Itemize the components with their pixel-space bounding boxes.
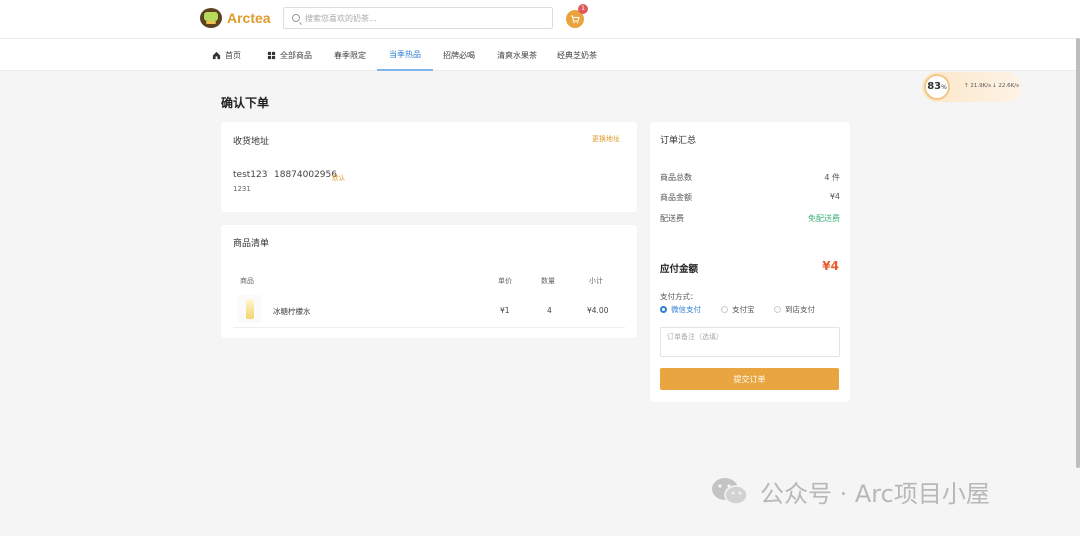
- column-header-price: 单价: [498, 277, 512, 285]
- payment-method-label: 支付方式：: [660, 292, 698, 301]
- pay-option-wechat[interactable]: 微信支付: [660, 304, 701, 315]
- summary-row-shipping: 配送费 免配送费: [660, 213, 840, 224]
- product-quantity: 4: [547, 306, 552, 315]
- cart-button[interactable]: 1: [566, 4, 588, 28]
- nav-item-cheese-milk-tea[interactable]: 经典芝奶茶: [557, 39, 597, 71]
- radio-selected-icon[interactable]: [660, 306, 667, 313]
- nav-item-fruit-tea[interactable]: 清爽水果茶: [497, 39, 537, 71]
- upload-speed: ↑ 21.9K/s: [964, 83, 991, 89]
- shipping-fee-label: 配送费: [660, 214, 684, 223]
- search-icon: [292, 14, 300, 22]
- payable-amount-label: 应付金额: [660, 264, 699, 275]
- payable-amount-value: ¥4: [822, 259, 839, 273]
- radio-icon[interactable]: [774, 306, 781, 313]
- nav-item-spring-limited[interactable]: 春季限定: [334, 39, 366, 71]
- items-card-title: 商品清单: [233, 239, 270, 249]
- nav-item-label: 全部商品: [280, 50, 312, 60]
- receiver-phone: 18874002956: [274, 170, 337, 180]
- change-address-link[interactable]: 更换地址: [592, 134, 620, 144]
- cart-icon: [571, 15, 580, 24]
- tea-cup-icon: [200, 8, 222, 28]
- order-remark-textarea[interactable]: [660, 327, 840, 357]
- column-header-product: 商品: [240, 277, 254, 285]
- nav-item-signature[interactable]: 招牌必喝: [443, 39, 475, 71]
- cart-count-badge: 1: [578, 4, 588, 14]
- product-name[interactable]: 冰糖柠檬水: [273, 306, 311, 317]
- page-scrollbar[interactable]: [1076, 38, 1080, 468]
- logo[interactable]: Arctea: [200, 8, 271, 28]
- radio-icon[interactable]: [721, 306, 728, 313]
- nav-item-seasonal-hot[interactable]: 当季热品: [377, 39, 433, 71]
- product-price: ¥1: [500, 306, 510, 315]
- nav-item-label: 清爽水果茶: [497, 50, 537, 60]
- item-count-value: 4 件: [824, 173, 840, 182]
- nav-item-label: 经典芝奶茶: [557, 50, 597, 60]
- pay-option-label: 到店支付: [785, 305, 815, 314]
- nav-item-label: 招牌必喝: [443, 50, 475, 60]
- nav-item-label: 首页: [225, 50, 241, 60]
- row-divider: [233, 327, 625, 328]
- summary-row-count: 商品总数 4 件: [660, 172, 840, 183]
- nav-item-label: 当季热品: [389, 49, 421, 59]
- logo-text: Arctea: [227, 10, 271, 26]
- score-gauge: 83%: [924, 74, 950, 100]
- home-icon: [212, 51, 221, 59]
- main-nav: 首页 全部商品 春季限定 当季热品 招牌必喝 清爽水果茶 经典芝奶茶: [0, 38, 1080, 71]
- grid-icon: [267, 51, 276, 59]
- summary-row-amount: 商品金额 ¥4: [660, 192, 840, 203]
- download-speed: ↓ 22.6K/s: [992, 83, 1019, 89]
- top-bar: Arctea 1: [0, 0, 1080, 38]
- wechat-icon: [712, 477, 748, 505]
- order-summary-card: 订单汇总 商品总数 4 件 商品金额 ¥4 配送费 免配送费 应付金额 ¥4 支…: [650, 122, 850, 402]
- column-header-quantity: 数量: [541, 277, 555, 285]
- shipping-fee-value: 免配送费: [808, 214, 840, 223]
- performance-widget[interactable]: 83% ↑ 21.9K/s ↓ 22.6K/s: [922, 72, 1022, 102]
- pay-option-label: 微信支付: [671, 305, 701, 314]
- product-subtotal: ¥4.00: [587, 306, 609, 315]
- address-card: 收货地址 更换地址 test123 18874002956 默认 1231: [221, 122, 637, 212]
- search-input[interactable]: [305, 13, 545, 23]
- address-detail: 1231: [233, 185, 251, 193]
- pay-option-in-store[interactable]: 到店支付: [774, 304, 815, 315]
- nav-item-label: 春季限定: [334, 50, 366, 60]
- score-unit: %: [941, 84, 947, 91]
- receiver-name: test123: [233, 170, 268, 180]
- address-card-title: 收货地址: [233, 137, 270, 147]
- goods-amount-label: 商品金额: [660, 193, 692, 202]
- pay-option-label: 支付宝: [732, 305, 755, 314]
- item-count-label: 商品总数: [660, 173, 692, 182]
- submit-order-button[interactable]: 提交订单: [660, 368, 839, 390]
- watermark-text: 公众号 · Arc项目小屋: [760, 480, 990, 508]
- default-address-tag: 默认: [332, 174, 345, 182]
- goods-amount-value: ¥4: [829, 192, 840, 201]
- page-title: 确认下单: [221, 96, 270, 110]
- summary-card-title: 订单汇总: [660, 136, 697, 146]
- pay-option-alipay[interactable]: 支付宝: [721, 304, 755, 315]
- watermark: 公众号 · Arc项目小屋: [710, 474, 990, 509]
- nav-item-home[interactable]: 首页: [212, 39, 241, 71]
- nav-item-all-products[interactable]: 全部商品: [267, 39, 312, 71]
- search-box[interactable]: [283, 7, 553, 29]
- score-value: 83: [927, 81, 942, 92]
- order-items-card: 商品清单 商品 单价 数量 小计 冰糖柠檬水 ¥1 4 ¥4.00: [221, 225, 637, 338]
- product-image[interactable]: [238, 295, 262, 323]
- column-header-subtotal: 小计: [589, 277, 603, 285]
